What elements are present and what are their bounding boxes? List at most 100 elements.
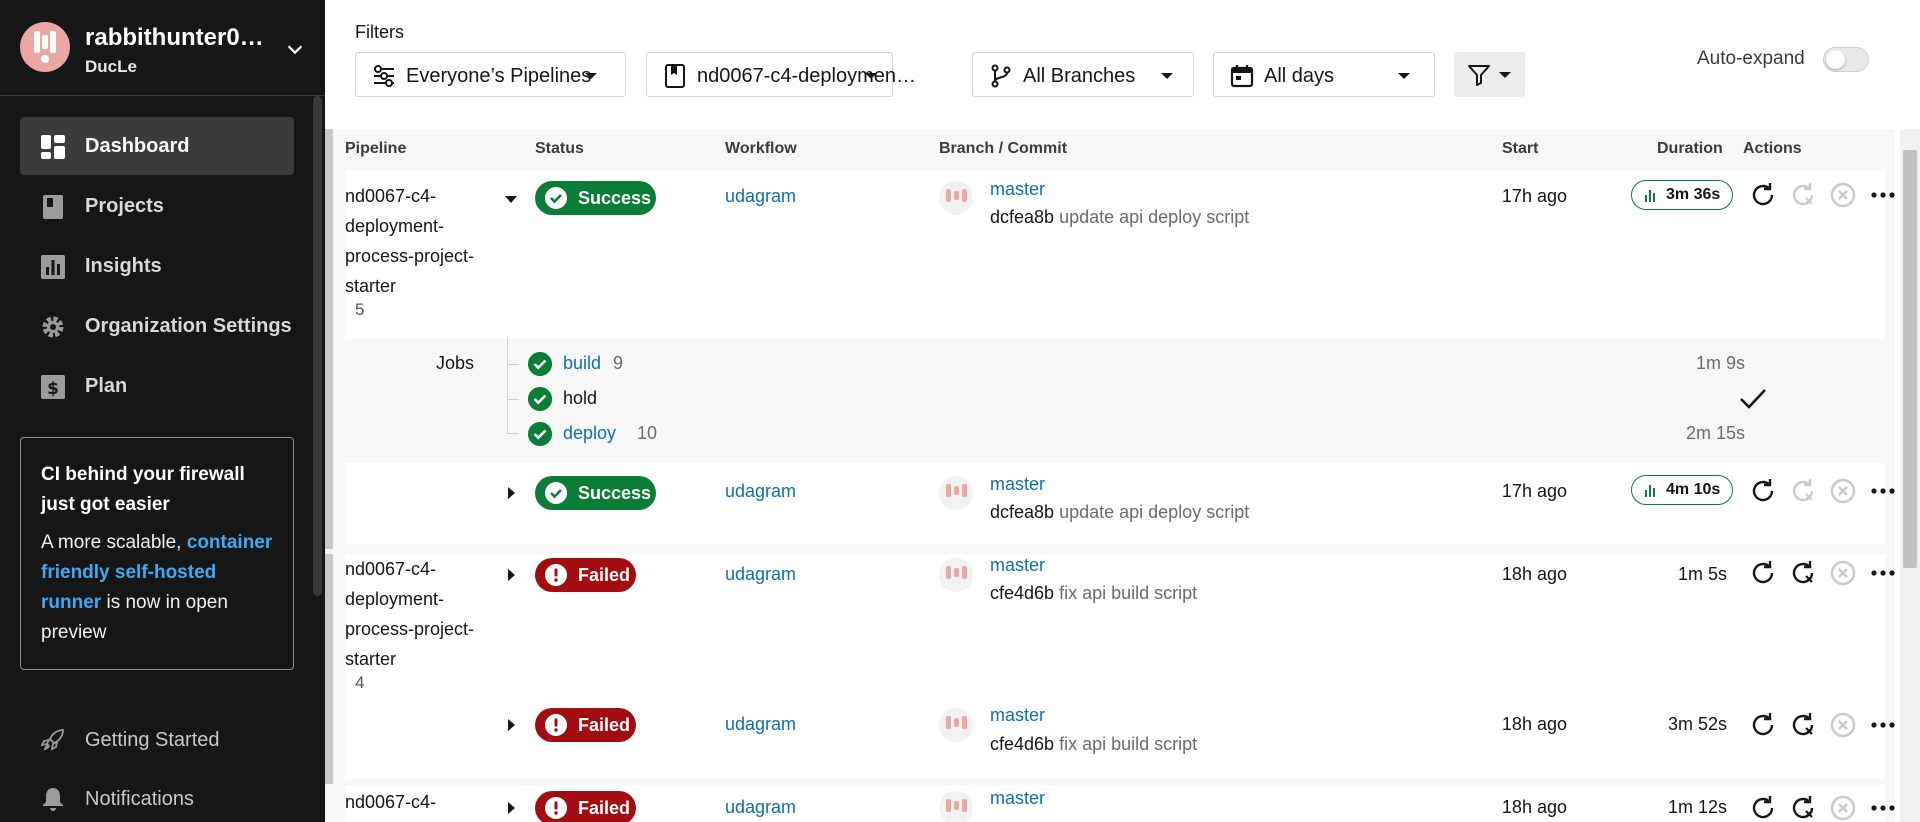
sidebar-item-dashboard[interactable]: Dashboard	[20, 117, 294, 175]
duration-badge[interactable]: 3m 36s	[1631, 180, 1734, 210]
commit-info[interactable]: cfe4d6b fix api build script	[990, 583, 1197, 604]
branch-link[interactable]: master	[990, 179, 1045, 200]
project-filter-value: nd0067-c4-deploymen…	[697, 65, 917, 87]
job-duration: 1m 9s	[1695, 353, 1745, 373]
pipeline-name-line: starter	[345, 276, 397, 296]
job-link-deploy[interactable]: deploy	[563, 423, 616, 444]
cancel-icon[interactable]	[1829, 477, 1857, 505]
rerun-failed-icon[interactable]	[1789, 794, 1817, 822]
expand-caret-icon[interactable]	[508, 487, 515, 499]
workflow-link[interactable]: udagram	[725, 564, 796, 585]
jobs-label: Jobs	[436, 353, 475, 373]
more-actions-icon[interactable]	[1869, 181, 1897, 209]
commit-info[interactable]: dcfea8b update api deploy script	[990, 502, 1249, 523]
workflow-link[interactable]: udagram	[725, 714, 796, 735]
cancel-icon[interactable]	[1829, 559, 1857, 587]
svg-text:$: $	[47, 379, 59, 399]
expand-caret-icon[interactable]	[508, 719, 515, 731]
more-actions-icon[interactable]	[1869, 477, 1897, 505]
job-tree-branch	[507, 364, 519, 365]
commit-message: fix api build script	[1059, 583, 1198, 603]
more-actions-icon[interactable]	[1869, 794, 1897, 822]
rerun-icon[interactable]	[1749, 181, 1777, 209]
cancel-icon[interactable]	[1829, 794, 1857, 822]
status-badge: Failed	[535, 708, 636, 742]
chevron-down-icon[interactable]	[284, 38, 306, 60]
commit-message: update api deploy script	[1059, 502, 1250, 522]
org-switcher[interactable]: rabbithunter0… DucLe	[0, 0, 325, 96]
more-actions-icon[interactable]	[1869, 711, 1897, 739]
sidebar-item-getting-started[interactable]: Getting Started	[40, 725, 300, 755]
approve-check-icon[interactable]	[1738, 386, 1768, 412]
start-time: 18h ago	[1501, 797, 1567, 817]
cancel-icon[interactable]	[1829, 181, 1857, 209]
org-avatar	[20, 22, 70, 72]
rerun-icon[interactable]	[1749, 711, 1777, 739]
workflow-link[interactable]: udagram	[725, 481, 796, 502]
sidebar-item-projects[interactable]: Projects	[20, 177, 294, 235]
pipelines-filter-dropdown[interactable]: Everyone’s Pipelines	[355, 52, 626, 97]
alert-circle-icon	[545, 714, 567, 736]
pipeline-name[interactable]: nd0067-c4- deployment- process-project- …	[345, 181, 474, 301]
promo-body-prefix: A more scalable,	[41, 532, 182, 553]
branch-link[interactable]: master	[990, 555, 1045, 576]
check-circle-icon	[528, 422, 552, 446]
rerun-icon[interactable]	[1749, 794, 1777, 822]
pipeline-name[interactable]: nd0067-c4- deployment- process-project- …	[345, 554, 474, 674]
insights-icon	[41, 255, 65, 279]
commit-message: update api deploy script	[1059, 207, 1250, 227]
header-workflow: Workflow	[725, 140, 797, 157]
sidebar-item-insights[interactable]: Insights	[20, 237, 294, 295]
header-duration: Duration	[1657, 140, 1723, 157]
jobs-panel: Jobs build 9 1m 9s hold deploy 10 2m 15s	[345, 339, 1885, 463]
rerun-icon[interactable]	[1749, 477, 1777, 505]
workflow-link[interactable]: udagram	[725, 186, 796, 207]
branch-link[interactable]: master	[990, 705, 1045, 726]
status-label: Failed	[578, 715, 631, 735]
branch-link[interactable]: master	[990, 474, 1045, 495]
sidebar-scrollbar[interactable]	[313, 96, 322, 596]
workflow-link[interactable]: udagram	[725, 797, 796, 818]
pipeline-number: 5	[355, 300, 365, 319]
pipeline-name-line: nd0067-c4-	[345, 559, 437, 579]
pipelines-table: Pipeline Status Workflow Branch / Commit…	[325, 129, 1895, 822]
rerun-failed-icon[interactable]	[1789, 711, 1817, 739]
commit-info[interactable]: dcfea8b update api deploy script	[990, 207, 1249, 228]
days-filter-dropdown[interactable]: All days	[1213, 52, 1435, 97]
auto-expand-toggle[interactable]	[1823, 47, 1869, 72]
promo-body: A more scalable, container friendly self…	[41, 528, 273, 648]
bar-chart-icon	[1645, 190, 1655, 202]
commit-sha: cfe4d6b	[990, 734, 1055, 754]
cancel-icon[interactable]	[1829, 711, 1857, 739]
expand-caret-icon[interactable]	[508, 802, 515, 814]
job-link-build[interactable]: build	[563, 353, 601, 374]
rerun-failed-icon[interactable]	[1789, 559, 1817, 587]
sidebar-item-plan[interactable]: $ Plan	[20, 357, 294, 415]
page-scrollbar-thumb[interactable]	[1903, 150, 1917, 568]
group-indicator	[325, 129, 333, 549]
more-actions-icon[interactable]	[1869, 559, 1897, 587]
duration-badge[interactable]: 4m 10s	[1631, 475, 1734, 505]
branches-filter-dropdown[interactable]: All Branches	[972, 52, 1194, 97]
pipeline-name[interactable]: nd0067-c4-	[345, 787, 436, 817]
advanced-filter-button[interactable]	[1454, 52, 1525, 97]
sidebar-item-notifications[interactable]: Notifications	[40, 784, 300, 814]
rerun-failed-icon[interactable]	[1789, 477, 1817, 505]
rerun-icon[interactable]	[1749, 559, 1777, 587]
header-branch-commit: Branch / Commit	[939, 140, 1068, 157]
project-filter-dropdown[interactable]: nd0067-c4-deploymen…	[646, 52, 916, 97]
branch-link[interactable]: master	[990, 788, 1045, 809]
pipeline-group: nd0067-c4- Failed udagram master 18h ago…	[345, 785, 1895, 822]
caret-down-icon	[1161, 73, 1173, 79]
pipeline-name-line: deployment-	[345, 216, 445, 236]
status-label: Failed	[578, 565, 631, 585]
auto-expand-label: Auto-expand	[1697, 48, 1805, 69]
status-label: Success	[578, 188, 652, 208]
start-time: 17h ago	[1501, 481, 1567, 501]
sidebar-item-organization-settings[interactable]: Organization Settings	[20, 297, 294, 355]
expand-caret-icon[interactable]	[508, 569, 515, 581]
status-badge: Success	[535, 476, 656, 510]
commit-info[interactable]: cfe4d6b fix api build script	[990, 734, 1197, 755]
collapse-caret-icon[interactable]	[505, 196, 517, 203]
rerun-failed-icon[interactable]	[1789, 181, 1817, 209]
